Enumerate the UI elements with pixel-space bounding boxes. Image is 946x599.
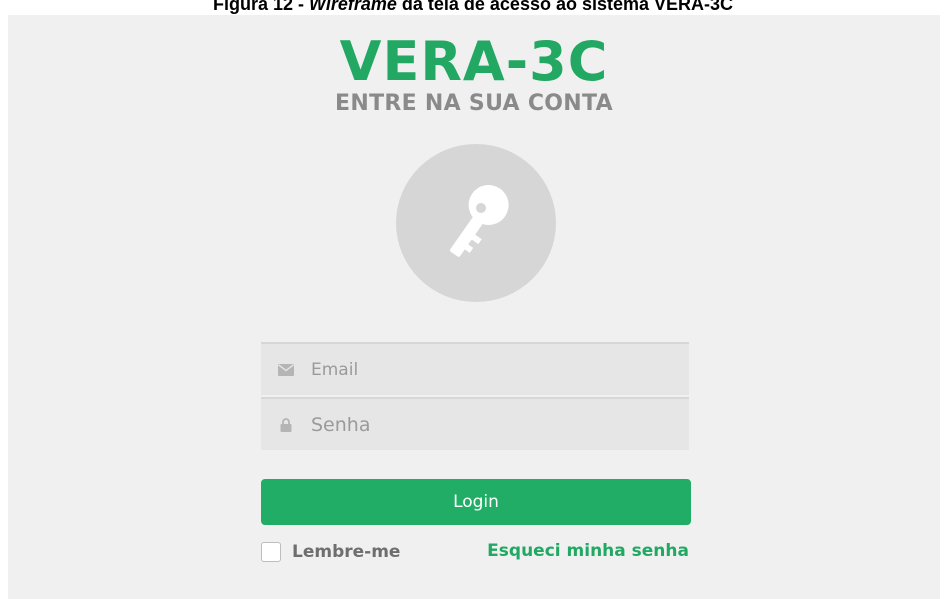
caption-prefix: Figura 12 - xyxy=(212,0,309,14)
email-field[interactable] xyxy=(261,342,689,395)
figure-caption: Figura 12 - Wireframe da tela de acesso … xyxy=(0,0,946,15)
login-subtitle: ENTRE NA SUA CONTA xyxy=(335,91,613,116)
login-panel: VERA-3C ENTRE NA SUA CONTA Email Login L… xyxy=(8,15,940,599)
login-button[interactable]: Login xyxy=(261,479,691,525)
remember-me[interactable]: Lembre-me xyxy=(261,539,400,565)
avatar xyxy=(396,144,556,302)
password-input[interactable] xyxy=(311,413,651,436)
lock-icon xyxy=(278,417,294,433)
remember-label: Lembre-me xyxy=(292,542,401,562)
brand-title: VERA-3C xyxy=(339,30,609,93)
password-field[interactable] xyxy=(261,397,689,450)
forgot-password-link[interactable]: Esqueci minha senha xyxy=(487,541,689,561)
envelope-icon xyxy=(278,362,294,378)
remember-checkbox[interactable] xyxy=(261,542,281,562)
key-icon xyxy=(428,175,524,271)
caption-emphasis: Wireframe xyxy=(309,0,397,14)
email-input[interactable] xyxy=(311,359,651,380)
caption-suffix: da tela de acesso ao sistema VERA-3C xyxy=(396,0,734,14)
